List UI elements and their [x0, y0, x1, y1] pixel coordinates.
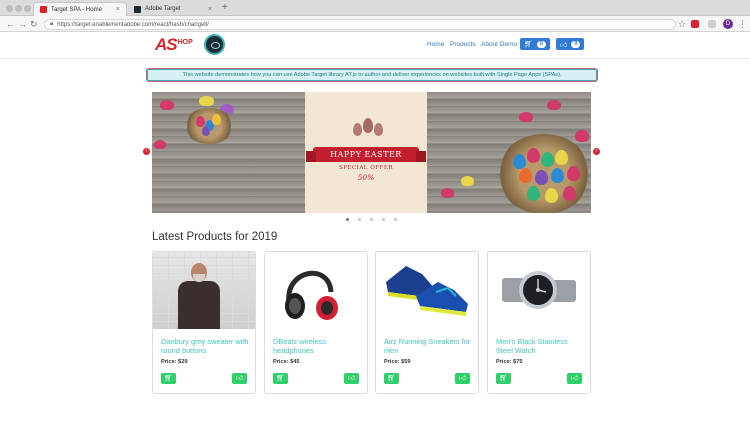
tab-title: Target SPA - Home: [51, 6, 102, 13]
spa-badge-icon: [204, 34, 225, 55]
product-image-watch[interactable]: [488, 252, 590, 329]
extension-icon[interactable]: [708, 20, 716, 28]
bookmark-star-icon[interactable]: ☆: [678, 18, 686, 30]
price-label: Price:: [384, 359, 400, 365]
product-image-sneakers[interactable]: [376, 252, 478, 329]
site-logo[interactable]: AS HOP: [155, 35, 193, 55]
add-to-cart-button[interactable]: 🛒︎: [496, 373, 511, 384]
browser-toolbar: ← → ↻ 🔒︎ https://target.enablementadobe.…: [0, 16, 750, 32]
back-arrow-icon[interactable]: ←: [6, 18, 15, 30]
lock-icon: 🔒︎: [50, 21, 54, 27]
product-price: Price: $59: [384, 359, 410, 365]
price-label: Price:: [273, 359, 289, 365]
add-to-cart-button[interactable]: 🛒︎: [384, 373, 399, 384]
tab-title: Adobe Target: [145, 6, 181, 12]
product-name[interactable]: Men's Black Stainless Steel Watch: [496, 337, 586, 355]
new-tab-button[interactable]: +: [222, 3, 228, 13]
product-price: Price: $45: [273, 359, 299, 365]
logo-text: AS: [155, 35, 178, 54]
nav-about-demo-link[interactable]: About Demo: [481, 41, 517, 48]
add-to-cart-button[interactable]: 🛒︎: [273, 373, 288, 384]
carousel-dot[interactable]: [358, 218, 361, 221]
cart-icon: 🛒︎: [524, 41, 533, 48]
easter-headline: HAPPY EASTER: [306, 147, 426, 162]
nav-home-link[interactable]: Home: [427, 41, 444, 48]
price-value: $45: [290, 359, 300, 365]
carousel-dot[interactable]: [394, 218, 397, 221]
window-zoom-control[interactable]: [24, 5, 31, 12]
site-header: AS HOP Home Products About Demo 🛒︎ 0 👍︎ …: [0, 32, 750, 59]
cart-button[interactable]: 🛒︎ 0: [520, 38, 550, 50]
tab-adobe-target[interactable]: Adobe Target ×: [128, 2, 218, 16]
carousel-slide-image-right: [427, 92, 591, 213]
forward-arrow-icon[interactable]: →: [18, 18, 27, 30]
product-image-sweater[interactable]: [153, 252, 255, 329]
hero-carousel[interactable]: HAPPY EASTER SPECIAL OFFER 50%: [152, 92, 591, 213]
special-offer-text: SPECIAL OFFER: [338, 165, 394, 171]
thumbs-up-icon: 👍︎: [560, 41, 568, 49]
reload-icon[interactable]: ↻: [30, 18, 38, 30]
target-favicon-icon: [134, 5, 141, 13]
discount-text: 50%: [357, 173, 375, 182]
price-label: Price:: [496, 359, 512, 365]
carousel-slide-image-left: [152, 92, 305, 213]
easter-offer-slide: HAPPY EASTER SPECIAL OFFER 50%: [305, 92, 427, 213]
adobe-favicon-icon: [40, 6, 47, 13]
product-price: Price: $29: [161, 359, 187, 365]
url-text: https://target.enablementadobe.com/react…: [57, 21, 209, 28]
product-card[interactable]: Airz Running Sneakers for men Price: $59…: [375, 251, 479, 394]
product-card[interactable]: Men's Black Stainless Steel Watch Price:…: [487, 251, 591, 394]
close-tab-icon[interactable]: ×: [116, 6, 120, 13]
like-button[interactable]: 👍︎: [344, 373, 359, 384]
price-value: $59: [401, 359, 411, 365]
like-button[interactable]: 👍︎: [232, 373, 247, 384]
likes-count: 0: [571, 40, 581, 48]
browser-tab-bar: Target SPA - Home × Adobe Target × +: [0, 0, 750, 16]
carousel-prev-arrow-icon[interactable]: ‹: [143, 148, 150, 155]
window-close-control[interactable]: [6, 5, 13, 12]
browser-menu-icon[interactable]: ⋮: [738, 18, 747, 30]
carousel-dot[interactable]: [370, 218, 373, 221]
price-value: $29: [178, 359, 188, 365]
info-banner: This website demonstrates how you can us…: [146, 68, 598, 82]
product-card[interactable]: DBeatz wireless headphones Price: $45 🛒︎…: [264, 251, 368, 394]
carousel-next-arrow-icon[interactable]: ›: [593, 148, 600, 155]
logo-suffix: HOP: [177, 38, 193, 46]
product-name[interactable]: DBeatz wireless headphones: [273, 337, 363, 355]
product-name[interactable]: Airz Running Sneakers for men: [384, 337, 474, 355]
price-value: $75: [513, 359, 523, 365]
price-label: Price:: [161, 359, 177, 365]
add-to-cart-button[interactable]: 🛒︎: [161, 373, 176, 384]
like-button[interactable]: 👍︎: [455, 373, 470, 384]
product-card[interactable]: Danbury grey sweater with round buttons …: [152, 251, 256, 394]
window-minimize-control[interactable]: [15, 5, 22, 12]
carousel-dot[interactable]: [346, 218, 349, 221]
close-tab-icon[interactable]: ×: [208, 6, 212, 13]
like-button[interactable]: 👍︎: [567, 373, 582, 384]
profile-avatar[interactable]: D: [723, 19, 733, 29]
carousel-indicators: [346, 218, 397, 221]
product-name[interactable]: Danbury grey sweater with round buttons: [161, 337, 251, 355]
section-title: Latest Products for 2019: [152, 231, 278, 243]
product-price: Price: $75: [496, 359, 522, 365]
extension-adobe-icon[interactable]: [691, 20, 699, 28]
tab-target-spa-home[interactable]: Target SPA - Home ×: [33, 2, 127, 16]
address-bar[interactable]: 🔒︎ https://target.enablementadobe.com/re…: [44, 19, 676, 30]
cart-count: 0: [536, 40, 546, 48]
nav-products-link[interactable]: Products: [450, 41, 476, 48]
product-image-headphones[interactable]: [265, 252, 367, 329]
likes-button[interactable]: 👍︎ 0: [556, 38, 585, 50]
carousel-dot[interactable]: [382, 218, 385, 221]
